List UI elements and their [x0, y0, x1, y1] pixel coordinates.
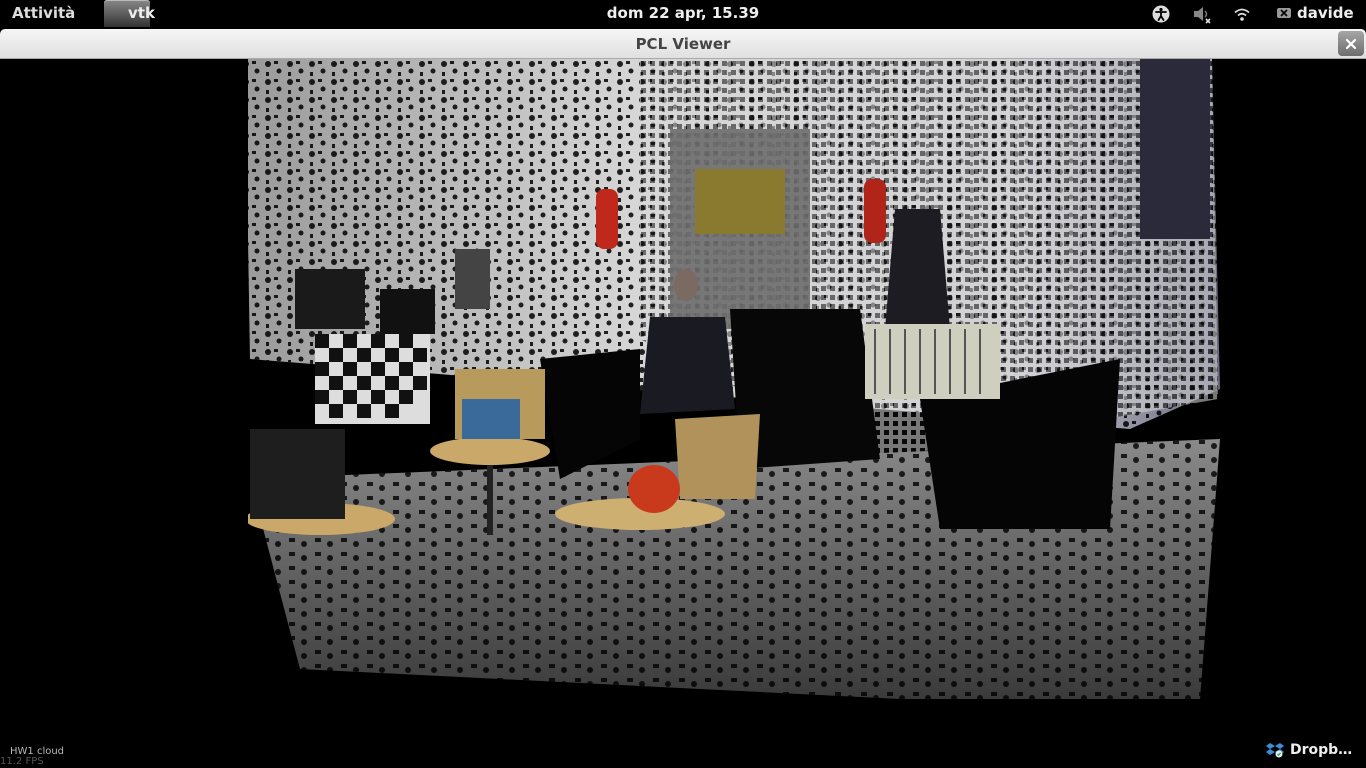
activities-button[interactable]: Attività: [12, 4, 75, 22]
pcl-viewer-canvas[interactable]: HW1 cloud 11.2 FPS Dropb…: [0, 59, 1366, 768]
close-icon: [1345, 38, 1357, 49]
user-status-icon: [1277, 8, 1291, 18]
fire-extinguisher-left: [596, 189, 618, 249]
accessibility-icon[interactable]: [1151, 4, 1171, 24]
app-menu-label: vtk: [128, 4, 155, 22]
window-title: PCL Viewer: [635, 35, 731, 53]
chair-middle: [430, 437, 550, 465]
dropbox-label: Dropb…: [1290, 742, 1353, 758]
dropbox-icon: [1266, 743, 1284, 758]
app-menu-button[interactable]: vtk: [104, 0, 155, 27]
red-bag: [628, 465, 680, 513]
user-menu[interactable]: davide: [1276, 4, 1354, 22]
user-name: davide: [1297, 4, 1354, 22]
fps-label: 11.2 FPS: [0, 756, 44, 767]
wifi-icon[interactable]: [1232, 4, 1252, 24]
volume-muted-icon[interactable]: [1192, 4, 1212, 24]
point-cloud-render: [0, 59, 1366, 768]
dropbox-tray-item[interactable]: Dropb…: [1266, 742, 1352, 758]
window-titlebar[interactable]: PCL Viewer: [0, 29, 1366, 59]
fire-extinguisher-right: [864, 179, 886, 243]
checkerboard-target: [315, 334, 430, 424]
close-button[interactable]: [1338, 31, 1364, 56]
window-title-container: PCL Viewer: [0, 35, 1366, 53]
clock-button[interactable]: dom 22 apr, 15.39: [607, 4, 759, 22]
top-panel: Attività vtk dom 22 apr, 15.39 davide: [0, 0, 1366, 27]
